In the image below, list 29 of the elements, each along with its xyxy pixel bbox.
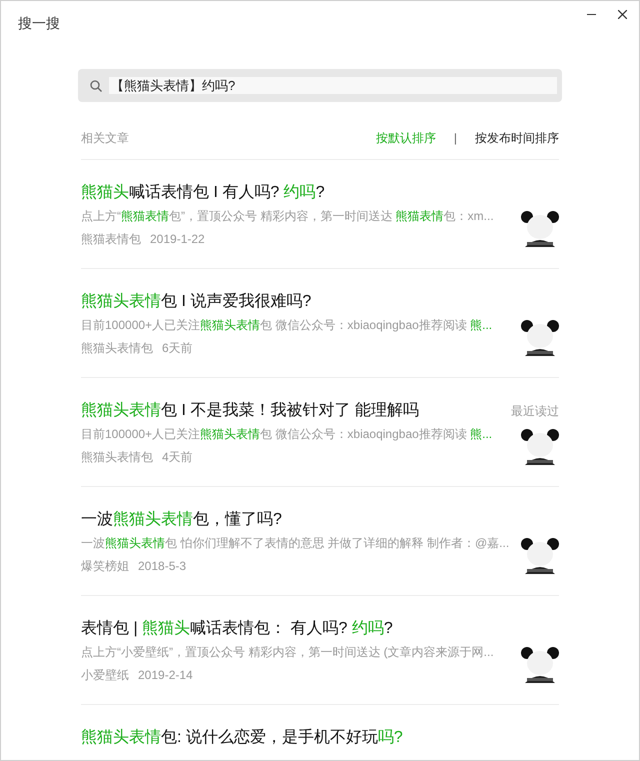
article-source: 小爱壁纸 — [81, 667, 129, 684]
article-title[interactable]: 熊猫头喊话表情包 I 有人吗? 约吗? — [81, 181, 325, 205]
article-date: 6天前 — [162, 340, 193, 357]
article-date: 2019-1-22 — [150, 231, 205, 248]
article-snippet: 目前100000+人已关注熊猫头表情包 微信公众号：xbiaoqingbao推荐阅读 熊... — [81, 426, 494, 443]
article-date: 4天前 — [162, 449, 193, 466]
article-title[interactable]: 表情包 | 熊猫头喊话表情包： 有人吗? 约吗? — [81, 617, 393, 641]
article-source: 熊猫头表情包 — [81, 449, 153, 466]
article-title[interactable]: 一波熊猫头表情包，懂了吗? — [81, 508, 282, 532]
search-icon — [90, 80, 102, 92]
article-title[interactable]: 熊猫头表情包 I 不是我菜！我被针对了 能理解吗 — [81, 399, 419, 423]
article-snippet: 目前100000+人已关注熊猫头表情包 微信公众号：xbiaoqingbao推荐阅读 熊... — [81, 317, 494, 334]
close-icon — [618, 10, 626, 18]
article-source: 熊猫头表情包 — [81, 340, 153, 357]
sort-separator: | — [454, 130, 457, 147]
section-label: 相关文章 — [81, 130, 129, 147]
window-title: 搜一搜 — [18, 14, 60, 33]
search-field[interactable]: 【熊猫头表情】约吗? — [78, 69, 562, 102]
recently-read-label: 最近读过 — [511, 403, 559, 420]
article-source: 熊猫表情包 — [81, 231, 141, 248]
article-source: 爆笑榜姐 — [81, 558, 129, 575]
article-title[interactable]: 熊猫头表情包 I 说声爱我很难吗? — [81, 290, 312, 314]
article-snippet: 点上方“小爱壁纸”，置顶公众号 精彩内容，第一时间送达 (文章内容来源于网... — [81, 644, 495, 661]
article-date: 2018-5-3 — [138, 558, 186, 575]
article-snippet: 一波熊猫头表情包 怕你们理解不了表情的意思 并做了详细的解释 制作者：@嘉... — [81, 535, 510, 552]
article-snippet: 点上方“熊猫表情包”，置顶公众号 精彩内容，第一时间送达 熊猫表情包：xm... — [81, 208, 495, 225]
article-date: 2019-2-14 — [138, 667, 193, 684]
sort-option[interactable]: 按发布时间排序 — [475, 129, 559, 147]
article-title[interactable]: 熊猫头表情包: 说什么恋爱，是手机不好玩吗? — [81, 726, 403, 750]
